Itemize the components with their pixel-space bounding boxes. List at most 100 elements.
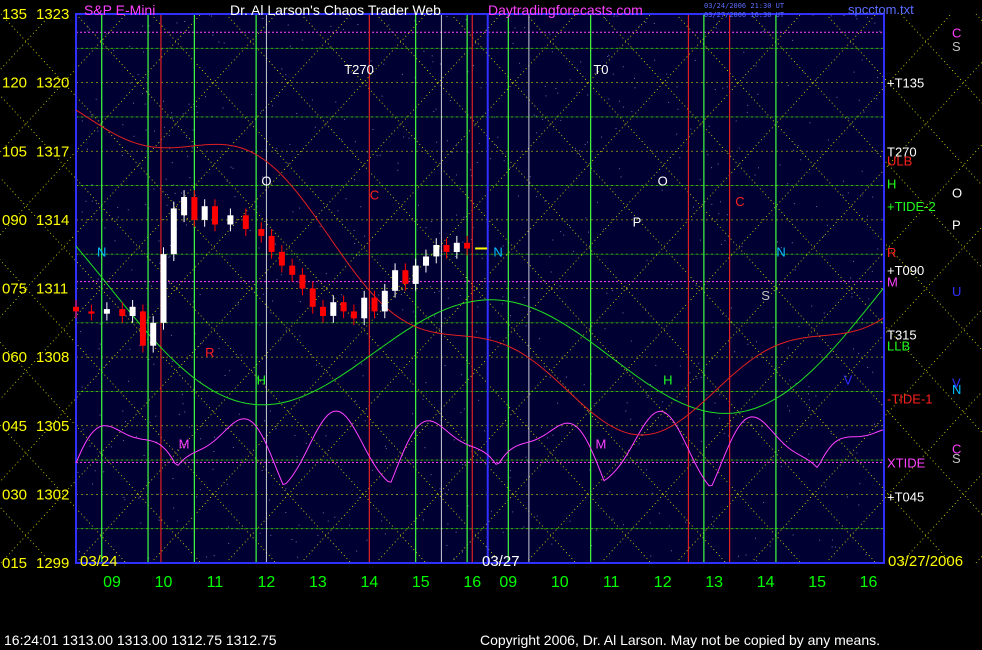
star-dot [372,129,374,130]
star-dot [549,256,551,258]
star-dot [626,402,628,404]
star-dot [484,430,486,432]
star-dot [694,59,696,61]
star-dot [187,155,189,157]
star-dot [560,119,562,121]
level-label-far: S [952,39,961,54]
timestamp-2: 03/27/2006 16:30 UT [704,11,785,19]
level-label: R [887,245,896,260]
star-dot [400,294,402,295]
star-dot [809,122,811,124]
star-dot [810,427,812,429]
star-dot [361,363,363,365]
star-dot [343,29,345,31]
star-dot [298,524,300,526]
star-dot [858,150,860,152]
star-dot [122,410,124,412]
star-dot [291,539,293,541]
star-dot [722,87,724,89]
star-dot [476,162,478,163]
star-dot [634,87,636,89]
star-dot [824,486,826,488]
y-label-price: 1299 [36,555,69,572]
star-dot [117,207,119,209]
level-label: M [887,275,898,290]
star-dot [163,126,165,128]
star-dot [761,426,763,428]
date-day1: 03/24 [80,553,118,570]
star-dot [772,326,774,328]
star-dot [274,243,276,245]
star-dot [723,433,725,435]
star-dot [354,141,356,143]
star-dot [594,403,596,404]
star-dot [367,151,369,153]
star-dot [91,184,93,186]
star-dot [510,470,511,472]
star-dot [358,254,360,256]
star-dot [769,545,771,547]
star-dot [858,353,860,355]
star-dot [461,374,463,376]
file-name: spcctom.txt [848,2,914,17]
star-dot [171,162,173,164]
star-dot [793,203,795,205]
star-dot [714,89,716,90]
star-dot [439,488,441,490]
star-dot [99,414,101,416]
star-dot [618,168,620,170]
star-dot [803,71,805,73]
star-dot [738,555,739,557]
star-dot [827,139,829,141]
star-dot [455,174,457,176]
star-dot [158,519,160,521]
star-dot [311,99,313,101]
star-dot [868,298,870,300]
star-dot [131,269,133,271]
star-dot [446,544,448,546]
star-dot [667,284,669,286]
star-dot [117,216,119,218]
star-dot [213,555,215,557]
site-link[interactable]: Daytradingforecasts.com [488,2,643,18]
star-dot [145,204,147,206]
star-dot [340,294,342,296]
star-dot [146,91,148,93]
chart-mark: S [761,288,770,303]
star-dot [357,24,359,25]
star-dot [348,524,350,526]
y-label-angle: 120 [2,75,27,92]
star-dot [381,95,383,97]
star-dot [738,147,740,149]
star-dot [456,143,458,145]
star-dot [533,114,535,116]
level-label-far: U [952,284,961,299]
star-dot [877,248,879,250]
star-dot [518,195,519,197]
x-tick-day1: 11 [207,574,224,591]
star-dot [867,367,869,368]
star-dot [232,167,234,169]
star-dot [169,245,171,246]
star-dot [192,301,194,303]
star-dot [285,512,287,513]
x-tick-day2: 09 [499,574,517,591]
star-dot [81,120,83,122]
star-dot [449,100,451,101]
star-dot [314,126,316,128]
star-dot [727,435,729,437]
star-dot [776,241,778,243]
timestamp-1: 03/24/2006 21:30 UT [704,2,785,10]
star-dot [316,364,318,366]
star-dot [199,293,201,295]
star-dot [423,519,424,521]
star-dot [129,348,131,350]
star-dot [569,520,571,522]
star-dot [259,532,261,534]
star-dot [819,354,821,355]
star-dot [603,228,605,230]
star-dot [150,285,152,287]
star-dot [538,527,540,529]
star-dot [874,423,875,425]
star-dot [229,370,231,372]
